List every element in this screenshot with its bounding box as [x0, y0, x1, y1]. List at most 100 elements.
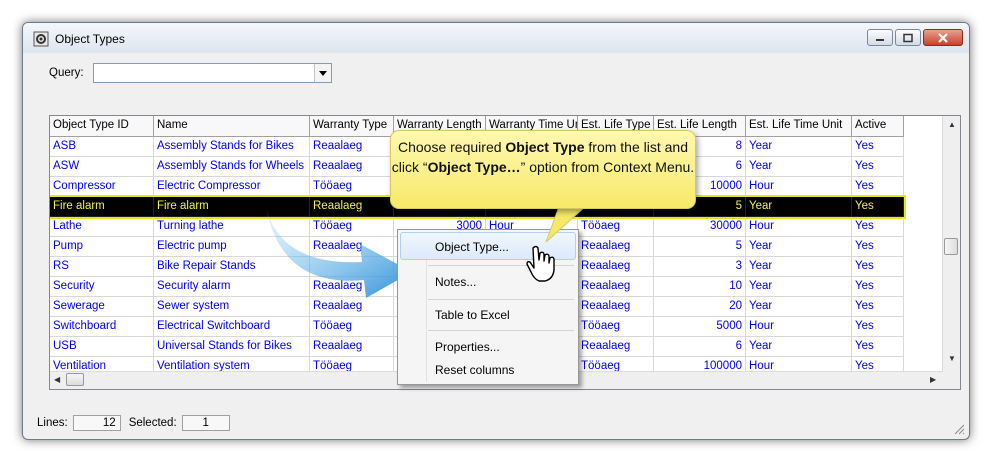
menu-item-object-type[interactable]: Object Type...: [435, 240, 509, 254]
cell-name: Universal Stands for Bikes: [154, 337, 310, 357]
cell-active: Yes: [852, 277, 904, 297]
scroll-down-icon[interactable]: ▼: [948, 354, 956, 363]
cell-id: RS: [50, 257, 154, 277]
close-icon: [938, 32, 948, 43]
cell-life-unit: Year: [746, 337, 852, 357]
maximize-button[interactable]: [895, 29, 921, 46]
callout-bold-object-type: Object Type: [505, 139, 585, 155]
status-bar: Lines: 12 Selected: 1: [37, 415, 238, 431]
minimize-button[interactable]: [867, 29, 893, 46]
cell-id: Fire alarm: [50, 197, 154, 217]
cell-warranty-type: Reaalaeg: [310, 137, 394, 157]
cell-life-length: 20: [654, 297, 746, 317]
menu-separator: [428, 299, 574, 300]
col-header-active[interactable]: Active: [852, 116, 904, 136]
lines-label: Lines:: [37, 417, 68, 429]
cell-id: Pump: [50, 237, 154, 257]
scroll-right-icon[interactable]: ▶: [930, 375, 936, 384]
cell-life-length: 5: [654, 237, 746, 257]
cell-id: ASB: [50, 137, 154, 157]
callout-pointer: [545, 204, 589, 243]
cell-warranty-type: Reaalaeg: [310, 157, 394, 177]
cell-life-length: 6: [654, 337, 746, 357]
col-header-est-life-time-unit[interactable]: Est. Life Time Unit: [746, 116, 852, 136]
app-icon: [33, 31, 49, 47]
hand-cursor-icon: [526, 245, 555, 282]
cell-id: ASW: [50, 157, 154, 177]
lines-count: 12: [72, 415, 121, 431]
cell-id: Security: [50, 277, 154, 297]
cell-active: Yes: [852, 317, 904, 337]
cell-life-unit: Year: [746, 237, 852, 257]
menu-item-table-to-excel[interactable]: Table to Excel: [435, 308, 510, 322]
window-title: Object Types: [55, 32, 125, 46]
cell-id: Sewerage: [50, 297, 154, 317]
scroll-left-icon[interactable]: ◀: [54, 375, 60, 384]
menu-item-properties[interactable]: Properties...: [435, 340, 500, 354]
cell-warranty-type: Tööaeg: [310, 317, 394, 337]
cell-life-length: 30000: [654, 217, 746, 237]
cell-warranty-type: Tööaeg: [310, 177, 394, 197]
instruction-callout: Choose required Object Type from the lis…: [390, 130, 696, 209]
horizontal-scroll-thumb[interactable]: [66, 373, 84, 386]
cell-id: Lathe: [50, 217, 154, 237]
cell-id: USB: [50, 337, 154, 357]
maximize-icon: [903, 33, 913, 42]
dropdown-arrow-icon: [319, 71, 327, 76]
cell-life-type: Reaalaeg: [578, 257, 654, 277]
cell-life-type: Reaalaeg: [578, 297, 654, 317]
scroll-up-icon[interactable]: ▲: [948, 120, 956, 129]
title-bar[interactable]: Object Types: [23, 23, 969, 53]
cell-name: Assembly Stands for Bikes: [154, 137, 310, 157]
query-label: Query:: [49, 67, 84, 79]
cell-active: Yes: [852, 137, 904, 157]
col-header-object-type-id[interactable]: Object Type ID: [50, 116, 154, 136]
cell-active: Yes: [852, 177, 904, 197]
cell-life-type: Reaalaeg: [578, 277, 654, 297]
vertical-scroll-thumb[interactable]: [944, 238, 958, 255]
selected-count: 1: [181, 415, 230, 431]
cell-life-unit: Year: [746, 277, 852, 297]
cell-life-unit: Year: [746, 157, 852, 177]
cell-life-unit: Year: [746, 197, 852, 217]
col-header-name[interactable]: Name: [154, 116, 310, 136]
col-header-warranty-type[interactable]: Warranty Type: [310, 116, 394, 136]
selected-label: Selected:: [128, 417, 177, 429]
cell-life-length: 5000: [654, 317, 746, 337]
minimize-icon: [876, 38, 884, 41]
vertical-scrollbar[interactable]: ▲ ▼: [942, 116, 960, 389]
cell-life-type: Tööaeg: [578, 317, 654, 337]
cell-id: Switchboard: [50, 317, 154, 337]
menu-separator: [428, 330, 574, 331]
callout-text-3: ” option from Context Menu.: [520, 159, 695, 175]
resize-grip-icon[interactable]: [953, 423, 965, 435]
cell-life-unit: Hour: [746, 217, 852, 237]
cell-name: Electrical Switchboard: [154, 317, 310, 337]
cell-active: Yes: [852, 297, 904, 317]
cell-id: Compressor: [50, 177, 154, 197]
menu-item-reset-columns[interactable]: Reset columns: [435, 363, 514, 377]
cell-active: Yes: [852, 197, 904, 217]
cell-life-unit: Year: [746, 257, 852, 277]
cell-life-unit: Hour: [746, 177, 852, 197]
cell-name: Assembly Stands for Wheels: [154, 157, 310, 177]
cell-life-type: Reaalaeg: [578, 337, 654, 357]
cell-active: Yes: [852, 337, 904, 357]
cell-warranty-type: Reaalaeg: [310, 337, 394, 357]
cell-life-length: 10: [654, 277, 746, 297]
cell-life-unit: Year: [746, 297, 852, 317]
cell-active: Yes: [852, 237, 904, 257]
callout-bold-object-type-option: Object Type…: [427, 159, 521, 175]
cell-active: Yes: [852, 217, 904, 237]
cell-active: Yes: [852, 257, 904, 277]
menu-item-notes[interactable]: Notes...: [435, 275, 476, 289]
cell-life-unit: Year: [746, 137, 852, 157]
close-button[interactable]: [923, 29, 963, 46]
query-combobox[interactable]: [93, 63, 332, 83]
callout-text-1: Choose required: [398, 139, 506, 155]
cell-life-unit: Hour: [746, 317, 852, 337]
cell-active: Yes: [852, 157, 904, 177]
cell-name: Electric Compressor: [154, 177, 310, 197]
cell-life-length: 3: [654, 257, 746, 277]
query-dropdown-button[interactable]: [314, 64, 331, 82]
